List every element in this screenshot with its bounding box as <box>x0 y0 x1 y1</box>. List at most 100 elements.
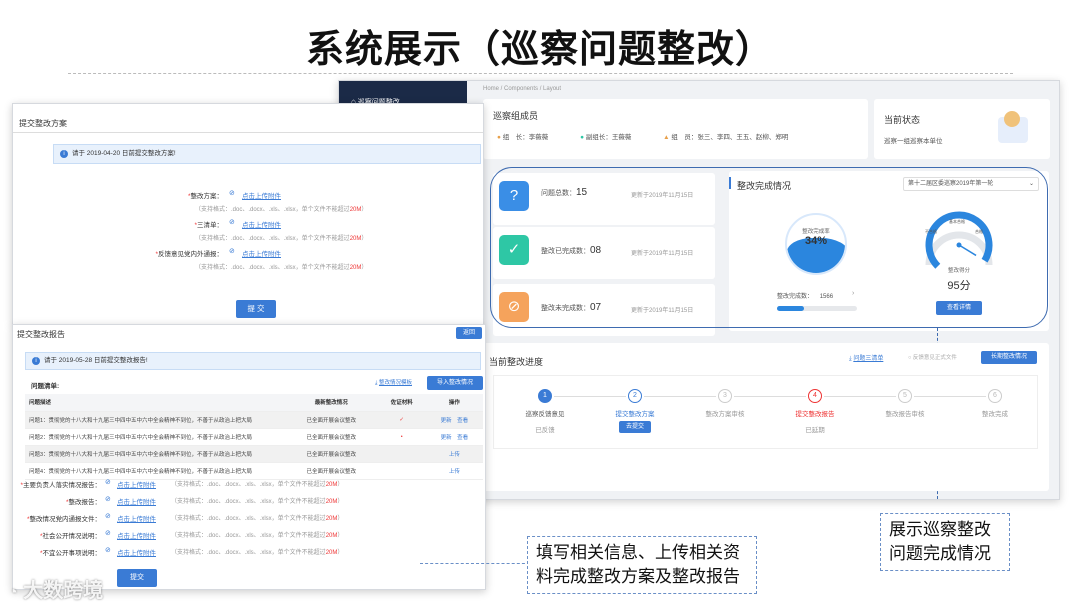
info-icon: i <box>32 357 40 365</box>
format-hint: （支持格式：.doc、.docx、.xls、.xlsx，单个文件不能超过20M） <box>171 482 344 488</box>
format-hint: （支持格式：.doc、.docx、.xls、.xlsx，单个文件不能超过20M） <box>195 265 368 271</box>
progress-card: 当前整改进度 ⤓ 问题三清单 ○ 反馈意见正式文件 长期整改情况 1 巡察反馈意见… <box>483 343 1049 491</box>
team-title: 巡察组成员 <box>493 111 539 121</box>
step-connector <box>914 396 986 397</box>
upload-field: *不宜公开事项说明： ⊘ 点击上传附件 （支持格式：.doc、.docx、.xls、.… <box>13 547 483 563</box>
step-circle: 5 <box>898 389 912 403</box>
upload-link[interactable]: 点击上传附件 <box>242 219 281 229</box>
person-icon: ● <box>497 134 501 141</box>
step-status: 已反馈 <box>535 427 555 434</box>
upload-link[interactable]: 点击上传附件 <box>242 190 281 200</box>
upload-link[interactable]: 点击上传附件 <box>117 530 156 540</box>
step-label: 整改报告审核 <box>885 411 925 418</box>
upload-field: *三清单： ⊘ 点击上传附件 （支持格式：.doc、.docx、.xls、.xlsx，… <box>13 219 483 249</box>
table-header: 佐证材料 <box>377 394 426 412</box>
deputy-name: 王薇薇 <box>611 134 632 141</box>
slide-title: 系统展示（巡察问题整改） <box>305 29 774 71</box>
report-submit-button[interactable]: 提交 <box>117 569 157 587</box>
step-label: 提交整改方案 <box>615 411 655 418</box>
issue-status: 已全面开展会议整改 <box>285 428 378 446</box>
return-button[interactable]: 返回 <box>456 327 482 339</box>
attachment-icon: ⊘ <box>105 479 111 486</box>
team-members-row: ● 组 长：李薇薇 ● 副组长：王薇薇 ▲ 组 员：张三、李四、王五、赵柳、郑明 <box>497 131 788 141</box>
issue-table: 问题描述 最新整改情况 佐证材料 操作 问题1：贯彻党的十八大和十九届三中四中五中六中… <box>25 394 483 480</box>
issue-proof: ✓ <box>377 411 426 429</box>
issue-status: 已全面开展会议整改 <box>285 445 378 463</box>
issue-desc: 问题2：贯彻党的十八大和十九届三中四中五中六中全会精神不到位，不善于从政治上把大… <box>25 428 285 446</box>
long-term-button[interactable]: 长期整改情况 <box>981 351 1037 364</box>
issue-status: 已全面开展会议整改 <box>285 462 378 480</box>
attachment-icon: ⊘ <box>105 513 111 520</box>
format-hint: （支持格式：.doc、.docx、.xls、.xlsx，单个文件不能超过20M） <box>171 499 344 505</box>
issue-desc: 问题1：贯彻党的十八大和十九届三中四中五中六中全会精神不到位，不善于从政治上把大… <box>25 411 285 429</box>
breadcrumb: Home / Components / Layout <box>483 86 562 92</box>
step-circle: 2 <box>628 389 642 403</box>
issue-desc: 问题4：贯彻党的十八大和十九届三中四中五中六中全会精神不到位，不善于从政治上把大… <box>25 462 285 480</box>
format-hint: （支持格式：.doc、.docx、.xls、.xlsx，单个文件不能超过20M） <box>195 207 368 213</box>
info-icon: i <box>60 150 68 158</box>
step-label: 提交整改报告 <box>795 411 835 418</box>
field-label: *社会公开情况说明： <box>39 533 101 540</box>
import-button[interactable]: 导入整改情况 <box>427 376 483 390</box>
leader-name: 李薇薇 <box>528 134 549 141</box>
callout-forms: 填写相关信息、上传相关资 料完成整改方案及整改报告 <box>527 536 757 594</box>
attachment-icon: ⊘ <box>229 248 235 255</box>
upload-link[interactable]: 点击上传附件 <box>117 513 156 523</box>
watermark-text: 大数跨境 <box>23 580 104 602</box>
go-submit-button[interactable]: 去提交 <box>619 421 651 433</box>
table-row: 问题3：贯彻党的十八大和十九届三中四中五中六中全会精神不到位，不善于从政治上把大… <box>25 445 483 463</box>
members-names: 张三、李四、王五、赵柳、郑明 <box>697 134 789 141</box>
field-label: *整改情况党内通报文件： <box>26 516 101 523</box>
attachment-icon: ⊘ <box>229 219 235 226</box>
issue-table-wrap: 问题描述 最新整改情况 佐证材料 操作 问题1：贯彻党的十八大和十九届三中四中五中六中… <box>25 394 483 480</box>
issue-status: 已全面开展会议整改 <box>285 411 378 429</box>
table-row: 问题2：贯彻党的十八大和十九届三中四中五中六中全会精神不到位，不善于从政治上把大… <box>25 428 483 446</box>
upload-link[interactable]: 点击上传附件 <box>242 248 281 258</box>
step-connector <box>734 396 806 397</box>
download-template-link[interactable]: ⤓ 整改情况模板 <box>375 378 412 387</box>
field-label: *反馈意见党内外通报： <box>155 251 223 258</box>
table-row: 问题4：贯彻党的十八大和十九届三中四中五中六中全会精神不到位，不善于从政治上把大… <box>25 462 483 480</box>
upload-link[interactable]: 点击上传附件 <box>117 547 156 557</box>
issue-ops[interactable]: 上传 <box>425 462 483 480</box>
plan-form: 提交整改方案 i 请于 2019-04-20 日前提交整改方案! *整改方案： ⊘ 点… <box>12 103 484 325</box>
status-text: 巡察一组巡察本单位 <box>884 138 943 145</box>
watermark: ◔ 大数跨境 <box>8 574 103 603</box>
title-divider <box>68 73 1013 74</box>
deputy-label: 副组长： <box>585 134 612 141</box>
issue-desc: 问题3：贯彻党的十八大和十九届三中四中五中六中全会精神不到位，不善于从政治上把大… <box>25 445 285 463</box>
plan-notice-text: 请于 2019-04-20 日前提交整改方案! <box>72 150 176 157</box>
attachment-icon: ⊘ <box>105 547 111 554</box>
format-hint: （支持格式：.doc、.docx、.xls、.xlsx，单个文件不能超过20M） <box>171 533 344 539</box>
report-form-title: 提交整改报告 <box>17 330 65 339</box>
official-file-checkbox[interactable]: ○ 反馈意见正式文件 <box>908 353 957 361</box>
format-hint: （支持格式：.doc、.docx、.xls、.xlsx，单个文件不能超过20M） <box>195 236 368 242</box>
issue-proof: • <box>377 428 426 446</box>
leader-label: 组 长： <box>502 134 529 141</box>
table-row: 问题1：贯彻党的十八大和十九届三中四中五中六中全会精神不到位，不善于从政治上把大… <box>25 411 483 429</box>
issue-ops[interactable]: 上传 <box>425 445 483 463</box>
issue-ops[interactable]: 更新 查看 <box>425 428 483 446</box>
field-label: *整改报告： <box>65 499 101 506</box>
step-label: 巡察反馈意见 <box>525 411 565 418</box>
step-connector <box>644 396 716 397</box>
upload-link[interactable]: 点击上传附件 <box>117 496 156 506</box>
field-label: *不宜公开事项说明： <box>39 550 101 557</box>
progress-title: 当前整改进度 <box>489 357 544 367</box>
upload-link[interactable]: 点击上传附件 <box>117 479 156 489</box>
logo-icon: ◔ <box>8 584 18 601</box>
step-circle: 1 <box>538 389 552 403</box>
upload-field: *社会公开情况说明： ⊘ 点击上传附件 （支持格式：.doc、.docx、.xls、.… <box>13 530 483 546</box>
format-hint: （支持格式：.doc、.docx、.xls、.xlsx，单个文件不能超过20M） <box>171 550 344 556</box>
issue-proof <box>377 445 426 463</box>
issue-ops[interactable]: 更新 查看 <box>425 411 483 429</box>
step-connector <box>554 396 626 397</box>
format-hint: （支持格式：.doc、.docx、.xls、.xlsx，单个文件不能超过20M） <box>171 516 344 522</box>
group-icon: ▲ <box>663 134 670 141</box>
upload-field: *整改报告： ⊘ 点击上传附件 （支持格式：.doc、.docx、.xls、.xlsx… <box>13 496 483 512</box>
download-list-link[interactable]: ⤓ 问题三清单 <box>849 353 883 363</box>
plan-deadline-notice: i 请于 2019-04-20 日前提交整改方案! <box>53 144 481 164</box>
upload-field: *反馈意见党内外通报： ⊘ 点击上传附件 （支持格式：.doc、.docx、.xls、… <box>13 248 483 278</box>
plan-submit-button[interactable]: 提 交 <box>236 300 276 318</box>
report-deadline-notice: i 请于 2019-05-28 日前提交整改报告! <box>25 352 481 370</box>
